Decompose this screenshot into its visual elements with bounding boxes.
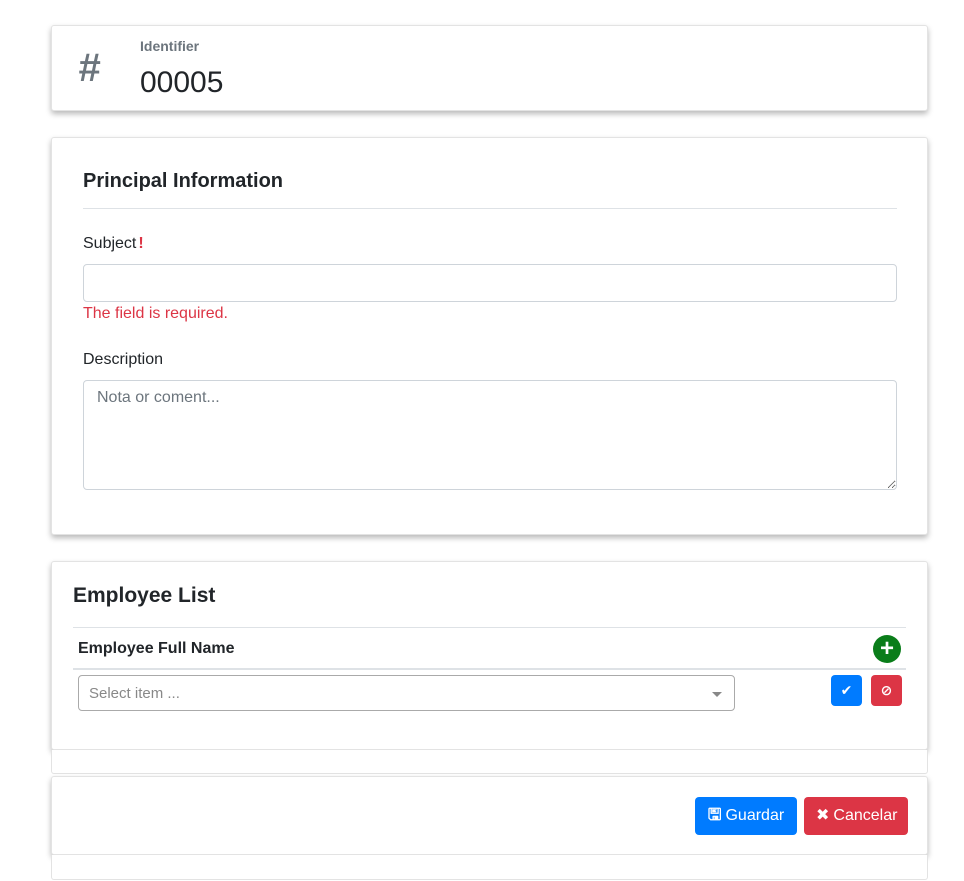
actions-card: 🖫 Guardar ✖ Cancelar xyxy=(51,776,928,855)
card-footer-strip xyxy=(51,855,928,880)
identifier-value: 00005 xyxy=(140,66,224,99)
subject-label-text: Subject xyxy=(83,235,137,252)
subject-label: Subject! xyxy=(83,235,144,253)
identifier-label: Identifier xyxy=(140,38,200,54)
employee-select[interactable]: Select item ... xyxy=(78,675,735,711)
save-button[interactable]: 🖫 Guardar xyxy=(695,797,797,835)
select-placeholder: Select item ... xyxy=(89,685,180,702)
check-icon[interactable]: ✔ xyxy=(831,675,862,706)
caret-down-icon xyxy=(712,692,722,697)
section-title: Principal Information xyxy=(83,170,284,192)
save-label: Guardar xyxy=(725,807,785,824)
required-icon: ! xyxy=(138,235,144,252)
identifier-card: # Identifier 00005 xyxy=(51,25,928,111)
table-header-divider xyxy=(73,668,906,670)
principal-information-card: Principal Information Subject! The field… xyxy=(51,137,928,535)
cancel-button[interactable]: ✖ Cancelar xyxy=(804,797,908,835)
column-header-employee-full-name: Employee Full Name xyxy=(78,640,235,657)
card-footer-strip xyxy=(51,750,928,774)
employee-list-card: Employee List Employee Full Name + Selec… xyxy=(51,561,928,750)
employee-list-title: Employee List xyxy=(73,584,216,607)
subject-input[interactable] xyxy=(83,264,897,302)
description-label: Description xyxy=(83,351,164,368)
ban-icon[interactable]: ⊘ xyxy=(871,675,902,706)
employee-list-divider xyxy=(73,627,906,628)
hash-icon: # xyxy=(78,46,101,90)
plus-circle-icon[interactable]: + xyxy=(873,635,901,663)
cancel-label: Cancelar xyxy=(833,807,898,824)
save-icon: 🖫 xyxy=(707,807,722,824)
subject-error-message: The field is required. xyxy=(83,305,228,322)
close-icon: ✖ xyxy=(816,807,830,824)
description-textarea[interactable] xyxy=(83,380,897,490)
section-divider xyxy=(83,208,897,209)
